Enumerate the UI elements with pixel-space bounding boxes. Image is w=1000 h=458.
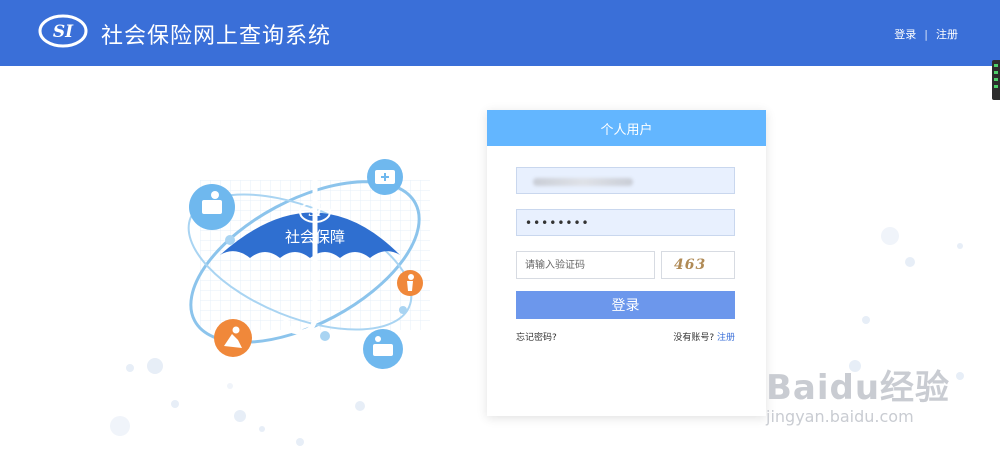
watermark-sub: jingyan.baidu.com bbox=[766, 407, 914, 426]
watermark-main: Baidu经验 bbox=[766, 368, 951, 408]
captcha-image[interactable]: 463 bbox=[661, 251, 735, 279]
svg-text:社会保障: 社会保障 bbox=[285, 228, 345, 246]
card-heading: 个人用户 bbox=[487, 110, 766, 146]
svg-text:SI: SI bbox=[308, 206, 322, 219]
baidu-watermark: Baidu经验 jingyan.baidu.com bbox=[766, 360, 966, 440]
auth-links: 登录 | 注册 bbox=[894, 26, 958, 42]
header-register-link[interactable]: 注册 bbox=[936, 26, 958, 42]
no-account-text: 没有账号? bbox=[673, 333, 715, 343]
no-account-prompt: 没有账号? 注册 bbox=[673, 330, 735, 343]
auth-separator: | bbox=[924, 27, 928, 41]
injury-icon bbox=[214, 319, 252, 357]
elderly-icon bbox=[397, 270, 423, 296]
worker-icon bbox=[189, 184, 235, 230]
medical-kit-icon bbox=[367, 159, 403, 195]
register-link[interactable]: 注册 bbox=[717, 333, 735, 343]
site-title: 社会保险网上查询系统 bbox=[101, 24, 332, 49]
social-security-illustration: SI 社会保障 bbox=[187, 159, 430, 369]
login-card: 个人用户 463 登录 忘记密码? 没有账号? 注册 bbox=[487, 110, 766, 416]
password-input[interactable] bbox=[516, 209, 735, 236]
side-scroll-widget[interactable] bbox=[992, 60, 1000, 100]
header-login-link[interactable]: 登录 bbox=[894, 26, 916, 42]
si-logo-icon[interactable]: SI bbox=[38, 14, 88, 48]
header-bar: SI 社会保险网上查询系统 登录 | 注册 bbox=[0, 0, 1000, 66]
svg-text:SI: SI bbox=[53, 22, 74, 42]
maternity-icon bbox=[363, 329, 403, 369]
login-button[interactable]: 登录 bbox=[516, 291, 735, 319]
username-blurred-value bbox=[533, 178, 633, 186]
forgot-password-link[interactable]: 忘记密码? bbox=[516, 330, 557, 343]
captcha-input[interactable] bbox=[516, 251, 655, 279]
